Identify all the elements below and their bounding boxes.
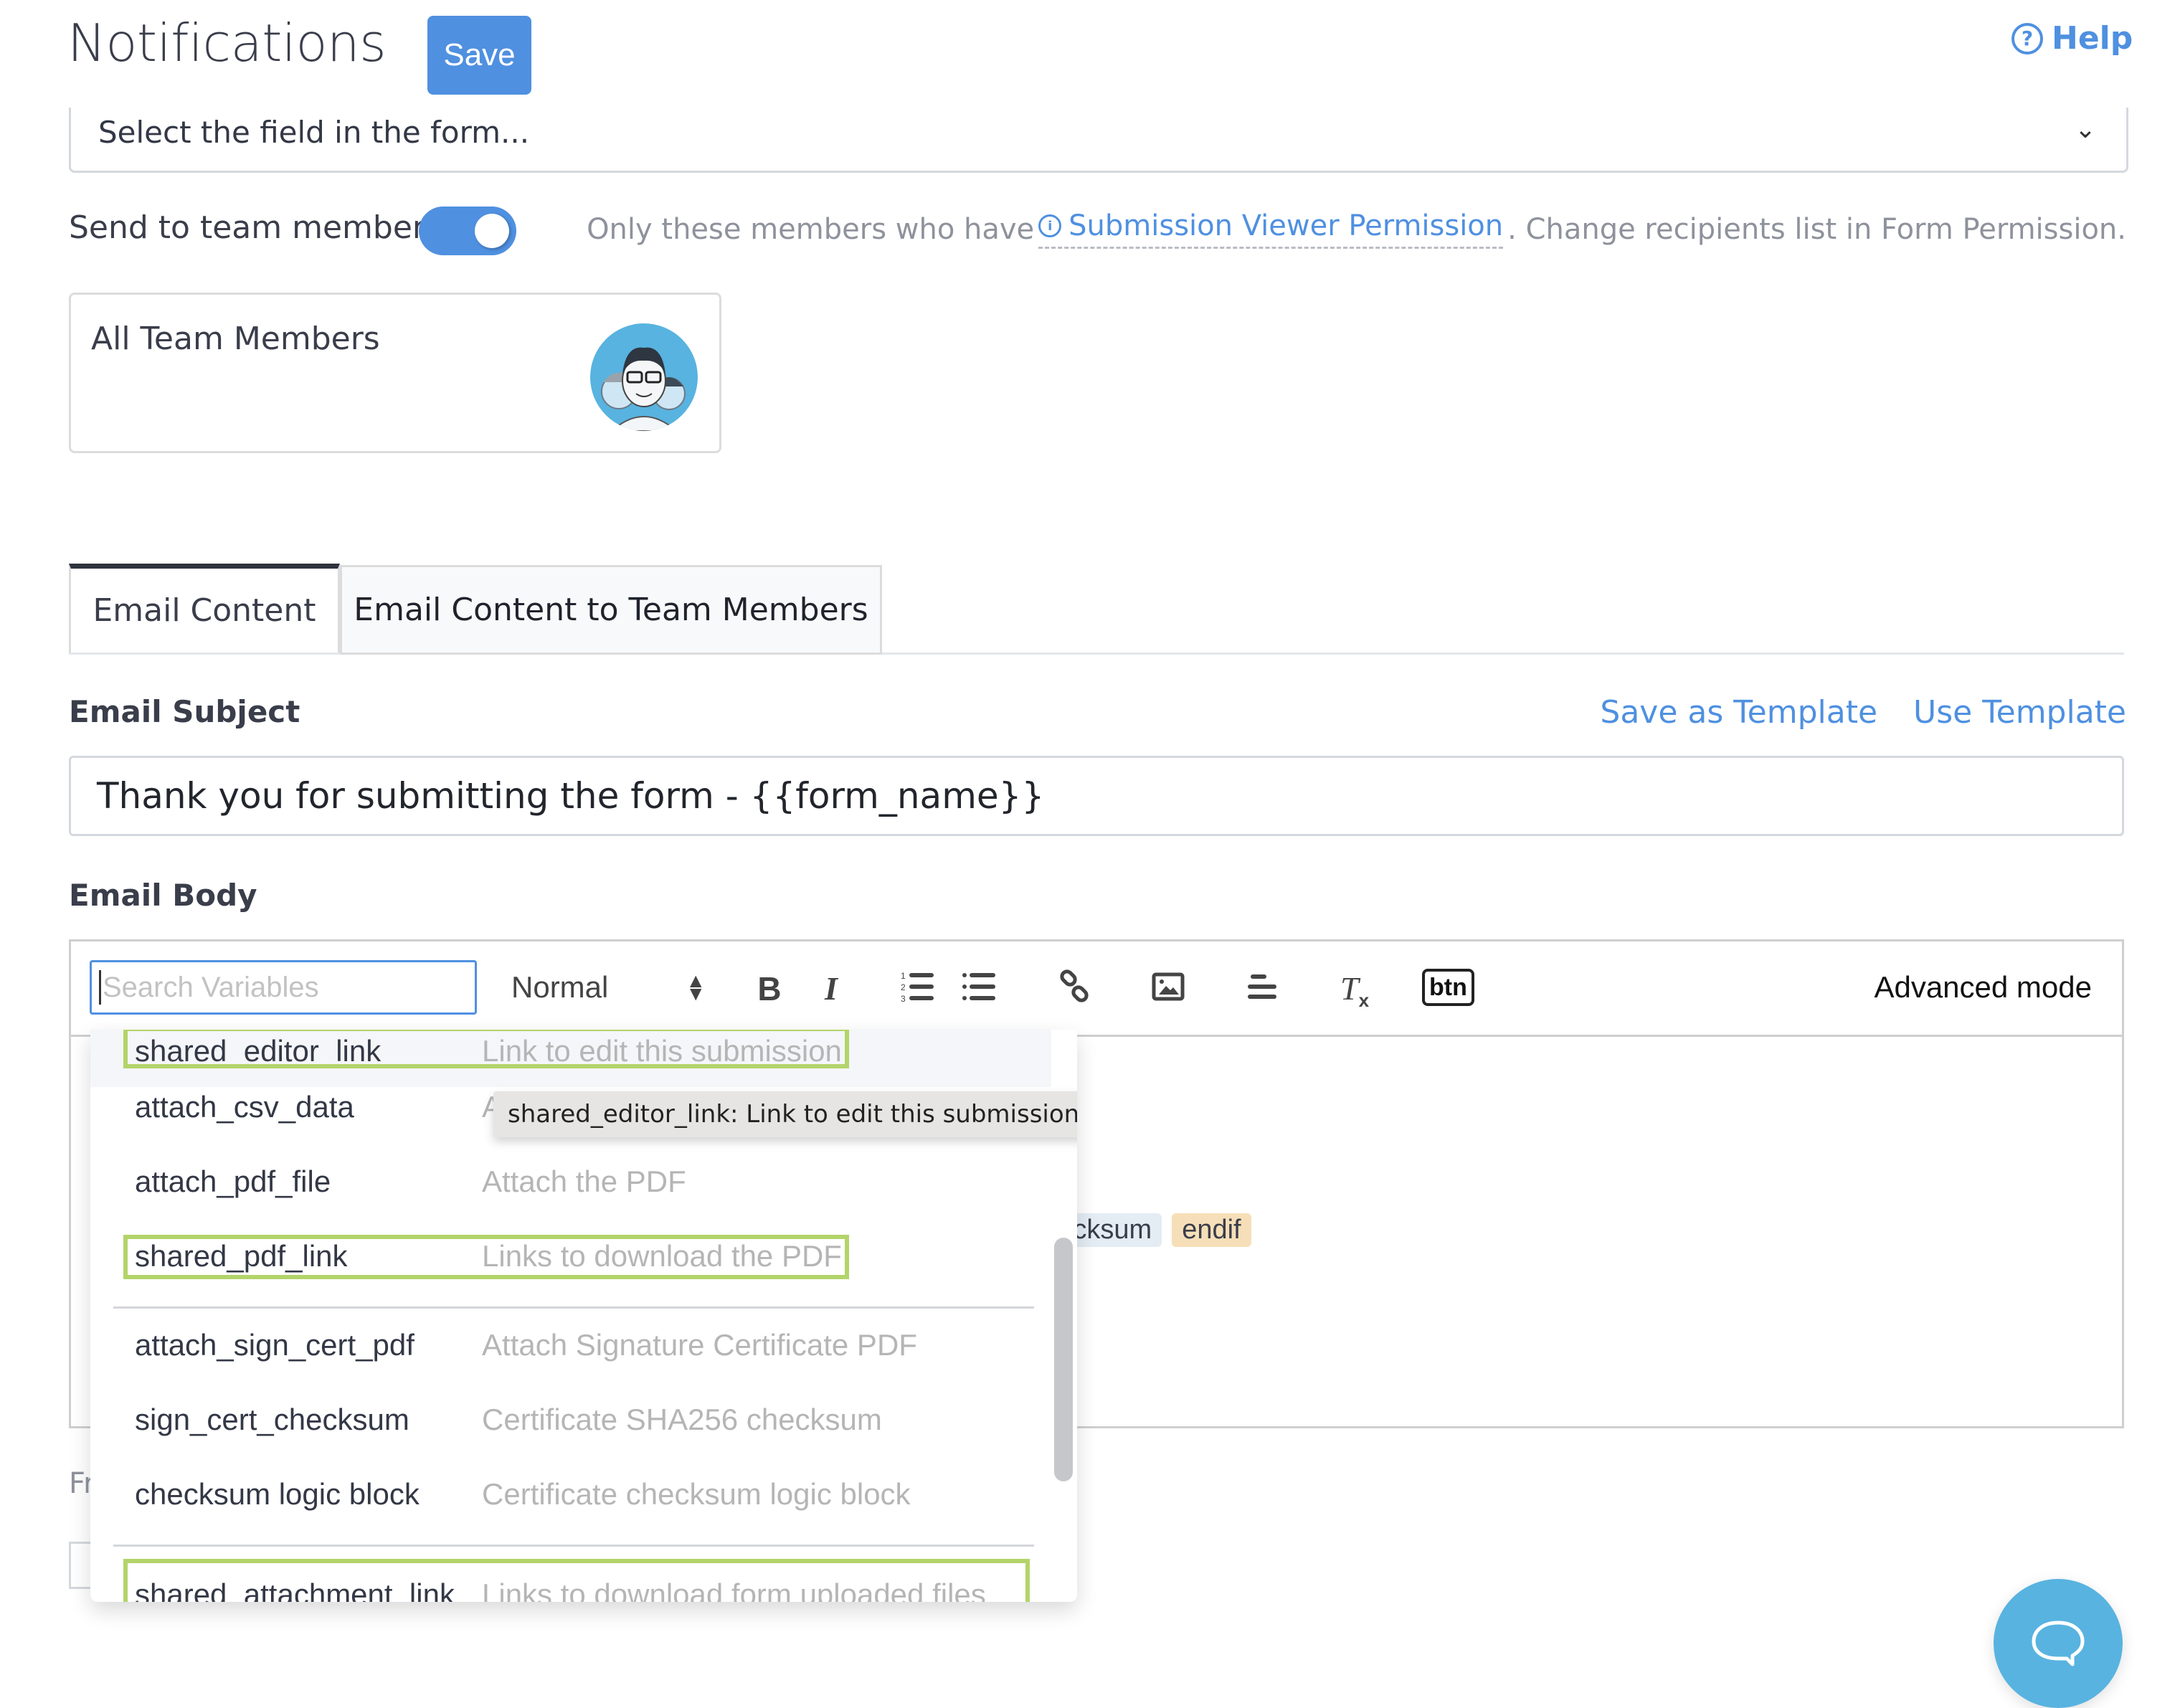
search-variables-input[interactable]: Search Variables: [90, 960, 477, 1015]
info-icon: i: [1038, 214, 1062, 237]
field-select[interactable]: Select the field in the form... ⌄: [69, 108, 2128, 173]
align-icon[interactable]: [1240, 969, 1283, 1013]
use-template-link[interactable]: Use Template: [1913, 694, 2126, 731]
variable-desc: Certificate SHA256 checksum: [482, 1403, 882, 1436]
help-link[interactable]: ? Help: [2011, 20, 2133, 57]
dropdown-separator: [113, 1306, 1034, 1309]
variable-item[interactable]: attach_pdf_file Attach the PDF: [90, 1146, 1051, 1218]
page-title: Notifications: [67, 13, 387, 73]
variable-desc: Attach Signature Certificate PDF: [482, 1328, 917, 1362]
format-select-value: Normal: [511, 970, 609, 1004]
editor-toolbar: Search Variables Normal ▲ ▼ B I 12 3 Tx bt…: [71, 941, 2122, 1037]
variable-name: checksum logic block: [135, 1477, 420, 1511]
ordered-list-icon[interactable]: 12 3: [896, 969, 939, 1013]
search-variables-placeholder: Search Variables: [103, 971, 319, 1003]
save-button[interactable]: Save: [427, 16, 531, 95]
svg-text:1: 1: [901, 971, 906, 981]
variable-name: attach_csv_data: [135, 1090, 354, 1124]
variable-item[interactable]: sign_cert_checksum Certificate SHA256 ch…: [90, 1384, 1051, 1456]
send-to-team-label: Send to team members: [69, 209, 442, 246]
email-subject-label: Email Subject: [69, 694, 300, 729]
variable-name: attach_sign_cert_pdf: [135, 1328, 414, 1362]
highlight-box: [123, 1559, 1030, 1602]
submission-viewer-permission-link[interactable]: i Submission Viewer Permission: [1038, 209, 1504, 249]
variable-name: sign_cert_checksum: [135, 1403, 409, 1436]
permission-note-suffix: . Change recipients list in Form Permiss…: [1507, 212, 2126, 246]
tab-email-content[interactable]: Email Content: [69, 564, 340, 653]
team-avatar-icon: [590, 323, 698, 431]
highlight-box: [123, 1235, 849, 1279]
variable-item[interactable]: checksum logic block Certificate checksu…: [90, 1458, 1051, 1530]
dropdown-scrollbar[interactable]: [1054, 1238, 1073, 1481]
variables-dropdown: shared_editor_link Link to edit this sub…: [90, 1030, 1077, 1602]
send-to-team-toggle[interactable]: [419, 207, 516, 255]
help-label: Help: [2052, 20, 2133, 57]
chat-button[interactable]: [1994, 1579, 2123, 1708]
clear-format-icon[interactable]: Tx: [1333, 969, 1376, 1020]
tab-email-content-team[interactable]: Email Content to Team Members: [340, 565, 882, 655]
endif-chip: endif: [1172, 1213, 1251, 1247]
variable-item[interactable]: attach_sign_cert_pdf Attach Signature Ce…: [90, 1309, 1051, 1381]
field-select-value: Select the field in the form...: [98, 115, 530, 150]
italic-icon[interactable]: I: [810, 969, 853, 1009]
bold-icon[interactable]: B: [748, 969, 791, 1009]
help-circle-icon: ?: [2011, 22, 2043, 54]
svg-text:3: 3: [901, 994, 906, 1004]
toggle-knob: [475, 214, 509, 248]
chat-bubble-icon: [2032, 1621, 2085, 1666]
link-icon[interactable]: [1053, 969, 1096, 1013]
team-members-card[interactable]: All Team Members: [69, 293, 721, 453]
save-as-template-link[interactable]: Save as Template: [1600, 694, 1877, 731]
advanced-mode-link[interactable]: Advanced mode: [1874, 970, 2092, 1005]
image-icon[interactable]: [1147, 969, 1190, 1013]
variable-desc: Certificate checksum logic block: [482, 1477, 911, 1511]
variable-name: attach_pdf_file: [135, 1164, 331, 1198]
highlight-box: [123, 1030, 849, 1068]
bullet-list-icon[interactable]: [957, 969, 1000, 1013]
variable-desc: Attach the PDF: [482, 1164, 686, 1198]
button-insert-icon[interactable]: btn: [1422, 969, 1474, 1006]
team-card-label: All Team Members: [91, 321, 380, 357]
updown-arrows-icon: ▲ ▼: [686, 969, 706, 1005]
email-body-label: Email Body: [69, 878, 257, 913]
permission-note-prefix: Only these members who have: [587, 212, 1035, 246]
chevron-down-icon: ⌄: [2074, 115, 2096, 144]
svg-text:2: 2: [901, 982, 906, 992]
format-select[interactable]: Normal ▲ ▼: [511, 970, 706, 1005]
email-subject-input[interactable]: Thank you for submitting the form - {{fo…: [69, 756, 2124, 836]
template-links: Save as Template Use Template: [1600, 694, 2126, 731]
permission-note: Only these members who have i Submission…: [587, 209, 2126, 249]
variable-tooltip: shared_editor_link: Link to edit this su…: [493, 1091, 1077, 1137]
permission-link-label: Submission Viewer Permission: [1068, 209, 1504, 242]
text-caret: [99, 970, 101, 1005]
